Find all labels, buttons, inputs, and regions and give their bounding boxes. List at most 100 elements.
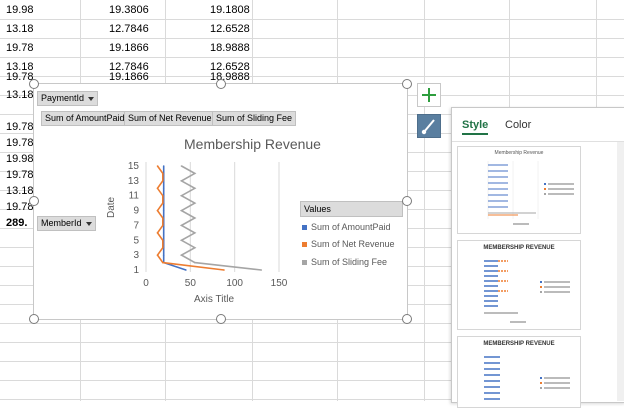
resize-handle-top[interactable] xyxy=(216,79,226,89)
resize-handle-bottom[interactable] xyxy=(216,314,226,324)
series-point xyxy=(162,254,165,256)
cell-c2[interactable]: 12.6528 xyxy=(210,22,250,36)
chart-styles-pane: Style Color Membership Revenue MEMBERSHI… xyxy=(451,107,624,408)
legend-item-slidingfee[interactable]: Sum of Sliding Fee xyxy=(302,257,387,267)
series-point xyxy=(162,165,165,167)
y-tick-label: 7 xyxy=(133,220,139,231)
resize-handle-top-right[interactable] xyxy=(402,79,412,89)
y-tick-label: 15 xyxy=(128,161,140,172)
series-point xyxy=(193,261,196,264)
tab-color[interactable]: Color xyxy=(505,119,531,131)
series-point xyxy=(162,194,164,197)
tab-style[interactable]: Style xyxy=(462,119,489,135)
y-axis-title[interactable]: Date xyxy=(106,197,117,218)
resize-handle-right[interactable] xyxy=(402,196,412,206)
series-point xyxy=(162,261,164,264)
cell-a6[interactable]: 13.18 xyxy=(6,88,34,102)
resize-handle-bottom-right[interactable] xyxy=(402,314,412,324)
x-tick-label: 0 xyxy=(143,278,149,289)
y-tick-label: 5 xyxy=(133,235,139,246)
y-tick-label: 9 xyxy=(133,206,139,217)
x-axis-title[interactable]: Axis Title xyxy=(194,294,234,305)
resize-handle-top-left[interactable] xyxy=(29,79,39,89)
cell-b3[interactable]: 19.1866 xyxy=(109,41,149,55)
series-point xyxy=(193,187,196,190)
series-point xyxy=(180,194,183,197)
series-point xyxy=(223,269,225,271)
series-point xyxy=(162,232,165,234)
cell-a10[interactable]: 19.78 xyxy=(6,168,34,182)
chart-elements-button[interactable] xyxy=(417,83,441,107)
cell-a2[interactable]: 13.18 xyxy=(6,22,34,36)
series-point xyxy=(162,172,164,175)
series-point xyxy=(180,209,183,212)
cell-c1[interactable]: 19.1808 xyxy=(210,3,250,17)
cell-b2[interactable]: 12.7846 xyxy=(109,22,149,36)
thumbnail-preview xyxy=(484,260,570,323)
style-thumbnail-2[interactable]: MEMBERSHIP REVENUE xyxy=(457,240,581,330)
series-point xyxy=(156,165,159,167)
plus-icon xyxy=(422,88,436,102)
legend-label: Sum of Sliding Fee xyxy=(311,257,388,267)
x-tick-label: 50 xyxy=(185,278,197,289)
resize-handle-left[interactable] xyxy=(29,196,39,206)
legend-title[interactable]: Values xyxy=(300,201,403,217)
pivot-chart[interactable]: PaymentId Sum of AmountPaid Sum of Net R… xyxy=(33,83,408,320)
cell-b1[interactable]: 19.3806 xyxy=(109,3,149,17)
cell-a7[interactable]: 19.78 xyxy=(6,120,34,134)
series-point xyxy=(193,232,196,234)
legend-item-netrevenue[interactable]: Sum of Net Revenue xyxy=(302,239,395,249)
legend-swatch xyxy=(302,242,307,248)
series-point xyxy=(193,246,196,249)
series-point xyxy=(180,165,183,167)
series-point xyxy=(156,209,159,212)
series-point xyxy=(162,217,164,219)
legend-swatch xyxy=(302,225,307,231)
series-point xyxy=(193,202,196,204)
cell-a13[interactable]: 289. xyxy=(6,216,27,230)
series-point xyxy=(162,246,164,249)
paintbrush-icon xyxy=(421,119,435,135)
pane-divider xyxy=(452,141,624,142)
thumbnail-preview xyxy=(487,161,574,225)
series-point xyxy=(193,217,196,219)
series-point xyxy=(162,202,164,204)
cell-a8[interactable]: 19.78 xyxy=(6,136,34,150)
series-point xyxy=(260,269,263,271)
series-point xyxy=(180,254,183,256)
series-point xyxy=(162,187,165,190)
cell-b5[interactable]: 19.1866 xyxy=(109,70,149,84)
series-point xyxy=(180,224,183,227)
series-point xyxy=(185,269,187,271)
y-tick-label: 1 xyxy=(133,265,139,276)
style-thumbnail-1[interactable]: Membership Revenue xyxy=(457,146,581,234)
y-tick-label: 11 xyxy=(129,191,140,202)
series-point xyxy=(180,180,183,182)
series-point xyxy=(162,239,164,242)
resize-handle-bottom-left[interactable] xyxy=(29,314,39,324)
x-tick-label: 150 xyxy=(271,278,288,289)
y-tick-label: 3 xyxy=(133,250,139,261)
pane-scrollbar[interactable] xyxy=(617,142,624,401)
series-point xyxy=(162,180,164,182)
series-point xyxy=(193,172,196,175)
y-tick-label: 13 xyxy=(128,176,140,187)
series-point xyxy=(180,239,183,242)
cell-a11[interactable]: 13.18 xyxy=(6,184,34,198)
cell-a9[interactable]: 19.98 xyxy=(6,152,34,166)
cell-a1[interactable]: 19.98 xyxy=(6,3,34,17)
series-point xyxy=(156,187,159,190)
legend-label: Sum of Net Revenue xyxy=(311,239,395,249)
style-thumbnail-3[interactable]: MEMBERSHIP REVENUE xyxy=(457,336,581,408)
cell-a3[interactable]: 19.78 xyxy=(6,41,34,55)
series-point xyxy=(162,224,164,227)
x-tick-label: 100 xyxy=(226,278,243,289)
legend-swatch xyxy=(302,260,307,266)
thumbnail-preview xyxy=(484,356,570,400)
series-point xyxy=(156,232,159,234)
series-line-3 xyxy=(179,165,262,271)
cell-c3[interactable]: 18.9888 xyxy=(210,41,250,55)
legend-label: Sum of AmountPaid xyxy=(311,222,391,232)
chart-styles-button[interactable] xyxy=(417,114,441,138)
legend-item-amountpaid[interactable]: Sum of AmountPaid xyxy=(302,222,391,232)
